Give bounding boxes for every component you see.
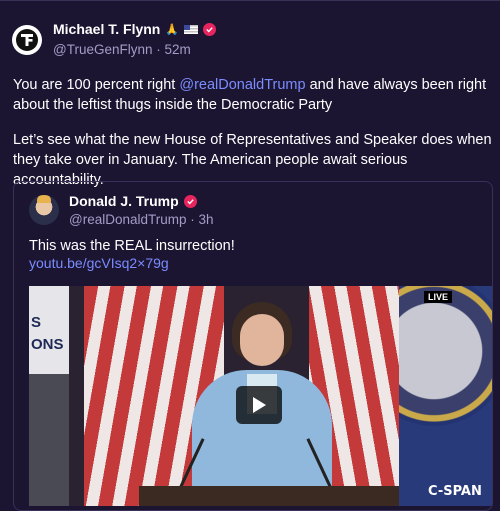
speaker-face (240, 314, 284, 366)
quoted-post-link[interactable]: youtu.be/gcVIsq2×79g (29, 255, 169, 271)
us-flag-icon (184, 24, 199, 34)
sign-text-1: S (31, 314, 42, 331)
author-avatar[interactable] (12, 25, 42, 55)
author-name-row: Michael T. Flynn 🙏 (53, 21, 217, 37)
verified-badge-icon (203, 22, 217, 36)
play-button[interactable] (236, 386, 282, 424)
video-thumbnail[interactable]: S ONS LIVE C-SPAN (29, 286, 492, 506)
separator-dot: · (190, 212, 199, 227)
author-name[interactable]: Michael T. Flynn (53, 21, 160, 37)
play-icon (253, 397, 266, 413)
truth-social-logo-icon (16, 29, 38, 51)
quoted-post-text: This was the REAL insurrection! (29, 238, 235, 254)
quoted-handle-row: @realDonaldTrump · 3h (69, 212, 214, 227)
quoted-author-avatar[interactable] (29, 195, 59, 225)
mention-link[interactable]: @realDonaldTrump (179, 77, 305, 93)
separator-dot: · (156, 42, 165, 57)
author-handle[interactable]: @TrueGenFlynn (53, 42, 153, 57)
quoted-post-time[interactable]: 3h (199, 212, 214, 227)
praying-hands-icon: 🙏 (165, 23, 180, 36)
live-badge: LIVE (424, 291, 453, 303)
background-sign-panel: S ONS (29, 286, 69, 506)
quoted-author-handle[interactable]: @realDonaldTrump (69, 212, 187, 227)
network-watermark: C-SPAN (428, 484, 482, 499)
truth-post: Michael T. Flynn 🙏 @TrueGenFlynn · 52m Y… (0, 0, 500, 511)
sign-text-2: ONS (31, 336, 64, 353)
quoted-author-name-row: Donald J. Trump (69, 193, 197, 209)
quoted-author-name[interactable]: Donald J. Trump (69, 193, 179, 209)
author-handle-row: @TrueGenFlynn · 52m (53, 42, 191, 57)
paragraph-1-text-start: You are 100 percent right (13, 77, 180, 93)
verified-badge-icon (183, 194, 197, 208)
post-paragraph-1: You are 100 percent right @realDonaldTru… (13, 75, 497, 115)
lectern (139, 486, 399, 506)
quoted-post[interactable]: Donald J. Trump @realDonaldTrump · 3h Th… (13, 181, 493, 511)
post-time[interactable]: 52m (165, 42, 191, 57)
